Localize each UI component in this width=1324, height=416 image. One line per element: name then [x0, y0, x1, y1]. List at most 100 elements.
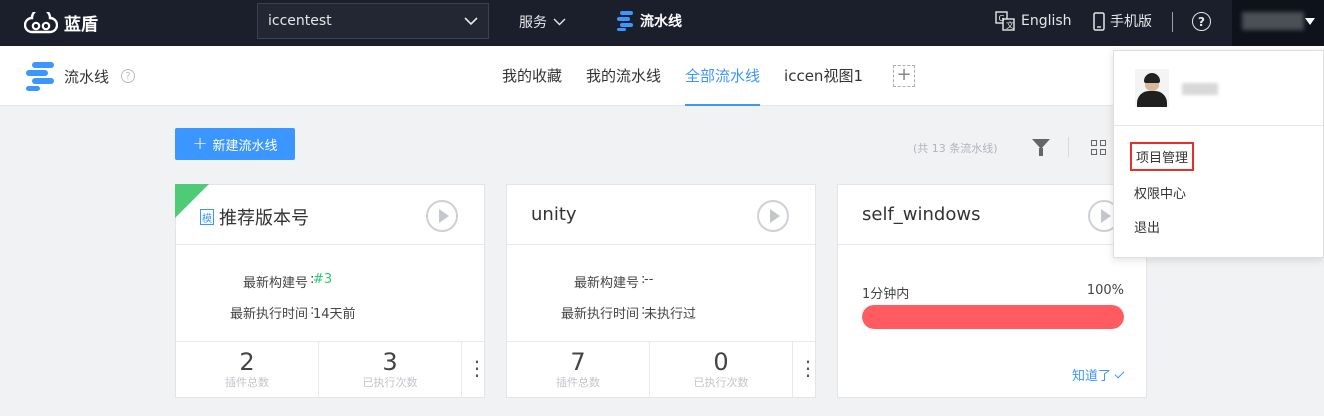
page-title-text: 流水线 [64, 67, 110, 86]
card-title[interactable]: 模 推荐版本号 [200, 204, 309, 230]
filter-icon[interactable] [1032, 139, 1050, 156]
tab-custom-view[interactable]: iccen视图1 [784, 46, 863, 106]
card-header: 模 推荐版本号 [175, 184, 484, 245]
latest-exec-label: 最新执行时间 [229, 307, 308, 322]
tab-my-pipelines[interactable]: 我的流水线 [586, 46, 661, 106]
acknowledge-label: 知道了 [1071, 369, 1111, 384]
progress-percent: 100% [1086, 283, 1124, 298]
latest-exec-value: 14天前 [313, 307, 356, 322]
card-title-text: unity [531, 204, 577, 225]
progress-fill [862, 305, 1124, 329]
latest-exec-value: 未执行过 [644, 307, 697, 322]
project-select[interactable]: iccentest [257, 3, 489, 39]
tab-favorites[interactable]: 我的收藏 [502, 46, 562, 106]
plugin-count-stat: 7 插件总数 [507, 342, 650, 398]
menu-item-project-management[interactable]: 项目管理 [1130, 142, 1195, 171]
latest-build-value[interactable]: #3 [313, 272, 332, 287]
card-title-text: 推荐版本号 [219, 208, 309, 229]
pipeline-count: (共 13 条流水线) [913, 142, 998, 155]
latest-exec-label: 最新执行时间 [560, 307, 639, 322]
check-icon [1114, 368, 1125, 378]
user-info [1114, 51, 1323, 126]
svg-text:G: G [999, 14, 1005, 23]
run-count-stat: 3 已执行次数 [319, 342, 462, 398]
check-icon [175, 215, 191, 231]
card-info: 最新构建号 : #3 最新执行时间 : 14天前 [176, 245, 484, 341]
grid-view-icon[interactable] [1091, 140, 1107, 156]
plugin-count-label: 插件总数 [225, 376, 269, 389]
translate-icon: G 文 [995, 11, 1015, 31]
plugin-count-label: 插件总数 [556, 376, 600, 389]
run-count-label: 已执行次数 [362, 376, 418, 389]
run-count-stat: 0 已执行次数 [650, 342, 793, 398]
card-header: self_windows [838, 185, 1146, 245]
svg-text:文: 文 [1006, 20, 1014, 30]
project-select-value: iccentest [268, 13, 332, 29]
card-title-text: self_windows [862, 204, 981, 225]
run-pipeline-play-icon[interactable] [757, 200, 789, 232]
card-footer: 7 插件总数 0 已执行次数 [507, 341, 818, 398]
card-title[interactable]: unity [531, 204, 577, 225]
divider [1068, 137, 1069, 157]
plugin-count-stat: 2 插件总数 [176, 342, 319, 398]
avatar [1135, 69, 1169, 107]
caret-down-icon [1305, 18, 1315, 25]
acknowledge-button[interactable]: 知道了 [1071, 365, 1125, 384]
logo[interactable]: 蓝盾 [24, 10, 98, 35]
top-navbar: 蓝盾 iccentest 服务 流水线 G 文 English 手机版 ? [0, 0, 1324, 46]
language-switch[interactable]: G 文 English [995, 11, 1072, 31]
new-pipeline-label: 新建流水线 [212, 138, 278, 154]
nav-service[interactable]: 服务 [519, 12, 566, 32]
help-icon[interactable]: ? [1192, 12, 1211, 31]
mobile-version[interactable]: 手机版 [1093, 11, 1152, 31]
pipeline-card[interactable]: unity 最新构建号 : -- 最新执行时间 : 未执行过 7 插件总数 0 … [506, 184, 818, 398]
divider [1172, 12, 1173, 32]
run-count: 3 [382, 348, 398, 376]
new-pipeline-button[interactable]: + 新建流水线 [175, 128, 295, 160]
card-header: unity [507, 185, 815, 245]
mobile-phone-icon [1093, 11, 1105, 31]
more-options-icon[interactable] [793, 342, 818, 398]
mobile-version-label: 手机版 [1110, 14, 1152, 30]
username-redacted [1242, 12, 1304, 30]
run-pipeline-play-icon[interactable] [426, 200, 458, 232]
plus-icon: + [192, 133, 208, 154]
language-label: English [1021, 13, 1072, 29]
nav-pipeline[interactable]: 流水线 [616, 10, 682, 32]
chevron-down-icon [464, 16, 478, 25]
menu-item-logout[interactable]: 退出 [1134, 217, 1160, 236]
tab-all-pipelines[interactable]: 全部流水线 [685, 46, 761, 106]
nav-service-label: 服务 [519, 15, 547, 31]
username-redacted [1182, 83, 1218, 95]
brand-name: 蓝盾 [64, 15, 98, 35]
pipeline-card[interactable]: self_windows 1分钟内 100% 知道了 [837, 184, 1147, 398]
page-title: 流水线 ? [24, 60, 136, 92]
latest-build-label: 最新构建号 [242, 276, 308, 291]
plugin-count: 2 [239, 348, 255, 376]
card-footer: 2 插件总数 3 已执行次数 [176, 341, 487, 398]
latest-build-value: -- [644, 272, 654, 287]
latest-build-label: 最新构建号 [573, 276, 639, 291]
run-count: 0 [713, 348, 729, 376]
question-icon[interactable]: ? [121, 69, 136, 83]
nav-pipeline-label: 流水线 [640, 14, 682, 30]
run-count-label: 已执行次数 [693, 376, 749, 389]
card-info: 最新构建号 : -- 最新执行时间 : 未执行过 [507, 245, 815, 341]
progress-time-label: 1分钟内 [862, 287, 910, 302]
view-tabs: 我的收藏 我的流水线 全部流水线 iccen视图1 [502, 46, 887, 106]
card-title[interactable]: self_windows [862, 204, 980, 225]
plugin-count: 7 [570, 348, 586, 376]
more-options-icon[interactable] [462, 342, 487, 398]
menu-item-permission-center[interactable]: 权限中心 [1134, 183, 1186, 202]
user-dropdown-menu: 项目管理 权限中心 退出 [1113, 50, 1324, 258]
pipeline-icon [617, 11, 633, 31]
template-badge: 模 [200, 209, 214, 225]
add-view-button[interactable]: + [893, 65, 915, 87]
chevron-down-icon [553, 18, 566, 26]
pipeline-icon [26, 62, 54, 91]
running-progress: 1分钟内 100% [862, 283, 1124, 329]
user-menu-button[interactable] [1232, 0, 1324, 46]
progress-bar [862, 305, 1124, 329]
pipeline-card[interactable]: 模 推荐版本号 最新构建号 : #3 最新执行时间 : 14天前 2 插件总数 … [175, 184, 487, 398]
cloud-logo-icon [24, 11, 58, 33]
